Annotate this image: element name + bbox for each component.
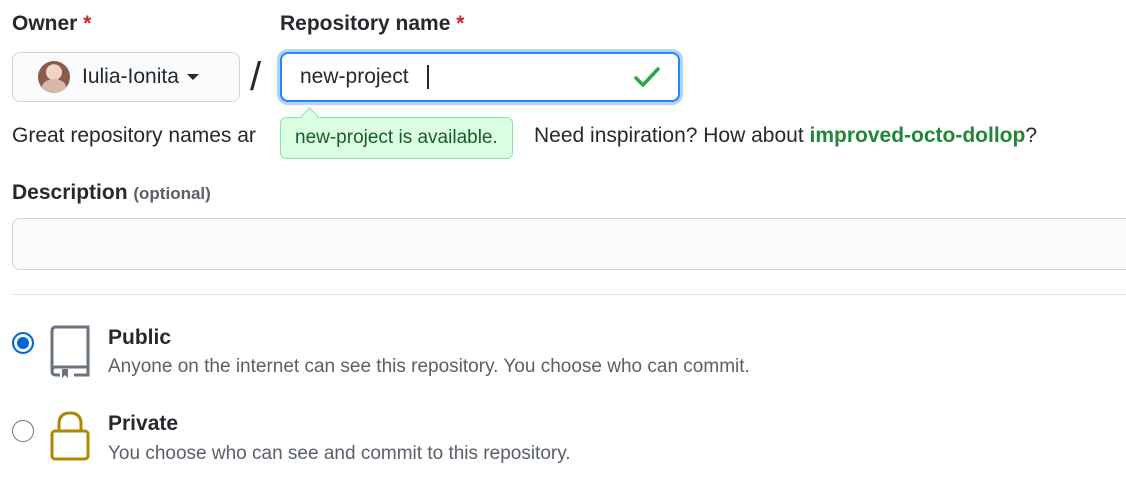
help-text-end: ? bbox=[1025, 124, 1038, 147]
repository-name-label-text: Repository name bbox=[280, 12, 451, 35]
owner-dropdown[interactable]: Iulia-Ionita bbox=[12, 52, 240, 102]
divider bbox=[12, 294, 1126, 295]
help-text-after: Need inspiration? How about improved-oct… bbox=[534, 124, 1037, 148]
owner-required-mark: * bbox=[83, 12, 92, 35]
chevron-down-icon bbox=[186, 74, 199, 80]
repository-required-mark: * bbox=[456, 12, 465, 35]
public-description: Anyone on the internet can see this repo… bbox=[108, 356, 750, 377]
text-cursor bbox=[427, 65, 429, 89]
help-text-after-label: Need inspiration? How about bbox=[534, 124, 810, 147]
repository-name-input[interactable] bbox=[300, 54, 630, 100]
avatar bbox=[38, 61, 70, 93]
check-icon bbox=[634, 67, 660, 87]
description-label: Description (optional) bbox=[12, 181, 211, 205]
lock-icon bbox=[50, 411, 90, 461]
public-title: Public bbox=[108, 326, 172, 349]
description-label-text: Description bbox=[12, 181, 128, 204]
repository-name-label: Repository name * bbox=[280, 12, 464, 36]
owner-repo-separator: / bbox=[250, 55, 262, 99]
suggested-name-link[interactable]: improved-octo-dollop bbox=[810, 124, 1026, 147]
availability-tooltip: new-project is available. bbox=[280, 117, 513, 159]
private-title: Private bbox=[108, 412, 179, 435]
owner-label-text: Owner bbox=[12, 12, 78, 35]
private-radio[interactable] bbox=[12, 420, 34, 442]
public-radio[interactable] bbox=[12, 332, 34, 354]
help-text-before: Great repository names ar bbox=[12, 124, 256, 147]
repo-icon bbox=[50, 325, 90, 378]
private-description: You choose who can see and commit to thi… bbox=[108, 443, 571, 464]
description-input[interactable] bbox=[12, 218, 1126, 270]
owner-name: Iulia-Ionita bbox=[82, 65, 179, 88]
repository-name-field[interactable] bbox=[280, 52, 680, 102]
owner-label: Owner * bbox=[12, 12, 91, 36]
optional-hint: (optional) bbox=[133, 184, 211, 203]
